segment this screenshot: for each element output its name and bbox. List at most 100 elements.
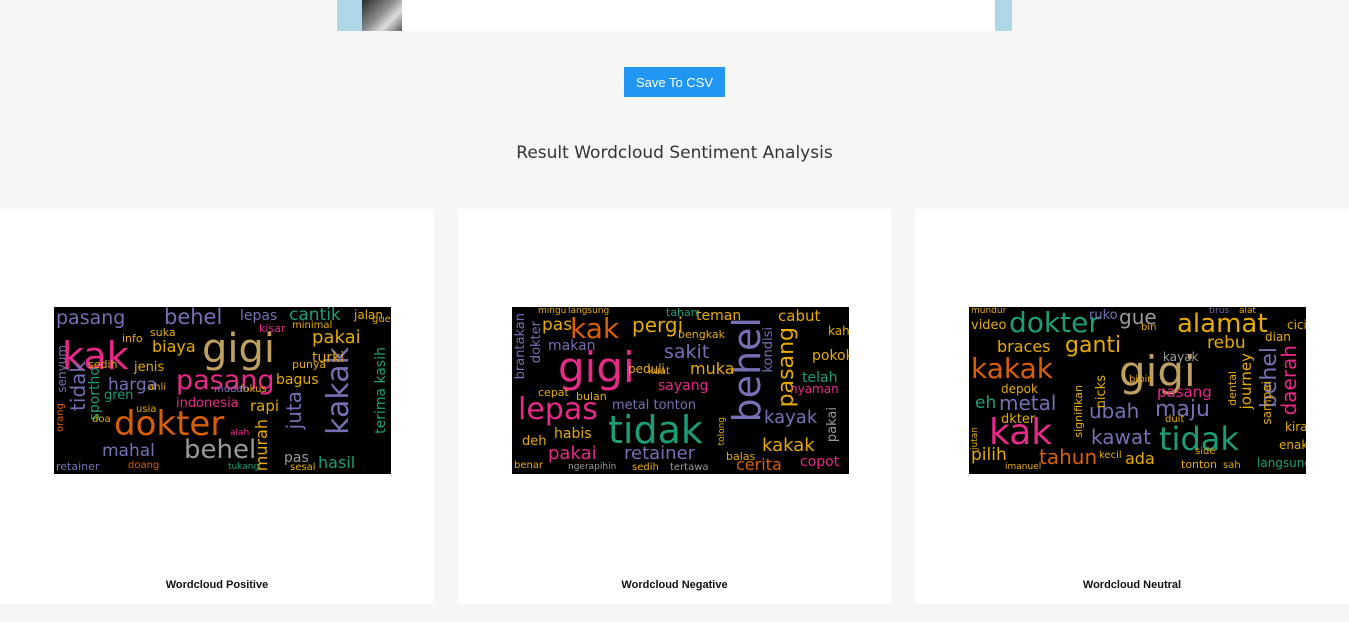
wordcloud-word: bagus	[276, 372, 319, 388]
wordcloud-word: bibir	[1129, 374, 1152, 385]
wordcloud-word: cepat	[538, 386, 569, 399]
wordcloud-word: pakai	[548, 443, 597, 464]
wordcloud-word: dkter	[1001, 412, 1036, 427]
wordcloud-word: kecil	[1099, 450, 1122, 461]
wordcloud-word: jenis	[134, 360, 165, 375]
caption-wordcloud-negative: Wordcloud Negative	[621, 579, 728, 591]
wordcloud-word: sportho	[87, 367, 103, 421]
wordcloud-word: braces	[997, 337, 1051, 356]
wordcloud-word: pakai	[312, 327, 361, 348]
wordcloud-word: alah	[230, 428, 250, 438]
wordcloud-word: kakak	[971, 352, 1053, 385]
wordcloud-word: muka	[690, 359, 735, 378]
wordcloud-word: ruko	[1089, 308, 1118, 323]
wordcloud-word: sedih	[632, 462, 659, 473]
profile-thumbnail	[362, 0, 402, 31]
wordcloud-word: tukang	[228, 462, 260, 472]
wordcloud-word: rebu	[1207, 333, 1246, 353]
wordcloud-word: doa	[92, 414, 111, 425]
wordcloud-word: copot	[800, 454, 840, 470]
wordcloud-word: orang	[55, 403, 66, 433]
wordcloud-word: kayak	[764, 407, 818, 428]
section-title: Result Wordcloud Sentiment Analysis	[516, 143, 833, 163]
wordcloud-word: dian	[1265, 330, 1291, 344]
wordcloud-word: enak	[1279, 438, 1306, 452]
wordcloud-word: senyum	[55, 345, 69, 393]
wordcloud-word: mundur	[971, 307, 1007, 316]
wordcloud-word: pakai	[825, 407, 840, 443]
wordcloud-word: video	[971, 318, 1007, 333]
wordcloud-word: cabut	[778, 307, 821, 325]
wordcloud-word: pasang	[56, 307, 126, 329]
wordcloud-word: sampai	[1260, 381, 1274, 425]
wordcloud-word: makan	[548, 338, 596, 354]
wordcloud-word: metal	[999, 391, 1057, 415]
wordcloud-word: kondisi	[761, 327, 776, 373]
wordcloud-word: mahal	[102, 441, 155, 461]
wordcloud-word: ngerapihin	[568, 462, 617, 472]
wordcloud-word: retainer	[624, 443, 696, 464]
wordcloud-word: sesal	[290, 462, 316, 473]
wordcloud-word: kira	[1285, 420, 1306, 434]
wordcloud-word: daerah	[1277, 345, 1301, 416]
wordcloud-word: sayang	[658, 378, 709, 394]
wordcloud-word: indonesia	[176, 396, 239, 411]
wordcloud-word: side	[1195, 446, 1216, 457]
wordcloud-word: tahun	[1039, 445, 1098, 469]
wordcloud-word: signifikan	[1072, 385, 1085, 438]
wordcloud-word: deh	[522, 434, 547, 449]
wordcloud-word: cici	[1287, 318, 1306, 332]
caption-wordcloud-positive: Wordcloud Positive	[165, 579, 269, 591]
wordcloud-word: tidak	[66, 361, 90, 411]
wordcloud-word: suka	[150, 326, 176, 339]
wordcloud-word: minimal	[292, 320, 333, 331]
wordcloud-word: kawat	[1091, 425, 1151, 449]
wordcloud-word: behel	[164, 307, 223, 329]
wordcloud-positive-image: gigi kak dokter pasang behel kakak pasang behel…	[54, 307, 391, 474]
wordcloud-word: gigi	[202, 326, 276, 372]
wordcloud-negative-image: gigi tidak behel lepas kak pergi sakit muka pasa…	[512, 307, 849, 474]
wordcloud-word: kayak	[1163, 350, 1199, 364]
wordcloud-word: kakak	[762, 435, 815, 456]
wordcloud-word: jutan	[970, 427, 980, 450]
wordcloud-word: ahli	[148, 382, 167, 393]
card-wordcloud-positive: gigi kak dokter pasang behel kakak pasang behel…	[0, 209, 434, 604]
wordcloud-word: nicks	[1094, 375, 1109, 409]
wordcloud-word: tolong	[717, 417, 727, 446]
wordcloud-word: langsung	[568, 307, 610, 316]
wordcloud-word: pokok	[812, 348, 849, 364]
save-to-csv-button[interactable]: Save To CSV	[624, 67, 725, 97]
wordcloud-word: info	[122, 332, 143, 345]
top-panel-content	[402, 0, 995, 31]
wordcloud-word: bulan	[576, 390, 607, 403]
wordcloud-word: journey	[1237, 353, 1255, 410]
wordcloud-word: dental	[1226, 371, 1239, 406]
wordcloud-word: langsung	[1257, 456, 1306, 470]
wordcloud-word: eh	[975, 393, 997, 413]
wordcloud-word: habis	[554, 426, 592, 442]
wordcloud-word: alat	[1239, 307, 1257, 316]
wordcloud-word: tahan	[666, 307, 698, 319]
wordcloud-word: kah	[828, 324, 849, 338]
wordcloud-word: ada	[1125, 449, 1155, 468]
wordcloud-word: hasil	[318, 453, 356, 472]
wordcloud-word: bin	[1141, 322, 1157, 333]
wordcloud-word: gren	[104, 388, 134, 403]
wordcloud-word: duit	[1165, 414, 1185, 425]
wordcloud-word: kuat	[648, 366, 670, 377]
wordcloud-word: tonton	[1181, 458, 1218, 471]
caption-wordcloud-neutral: Wordcloud Neutral	[1082, 579, 1182, 591]
wordcloud-word: ganti	[1065, 333, 1122, 358]
card-wordcloud-neutral: gigi kak tidak dokter alamat kakak ganti behel d…	[915, 209, 1349, 604]
wordcloud-word: mingu	[538, 307, 567, 316]
wordcloud-word: dokter	[529, 321, 544, 364]
wordcloud-word: sedih	[88, 358, 118, 371]
card-wordcloud-negative: gigi tidak behel lepas kak pergi sakit muka pasa…	[458, 209, 891, 604]
top-panel	[337, 0, 1012, 31]
wordcloud-word: usia	[136, 404, 157, 415]
wordcloud-word: brantakan	[513, 313, 528, 380]
wordcloud-word: tertawa	[670, 462, 709, 473]
wordcloud-word: terima kasih	[373, 347, 389, 434]
wordcloud-word: sah	[1223, 460, 1241, 471]
wordcloud-word: metal tonton	[612, 398, 697, 413]
